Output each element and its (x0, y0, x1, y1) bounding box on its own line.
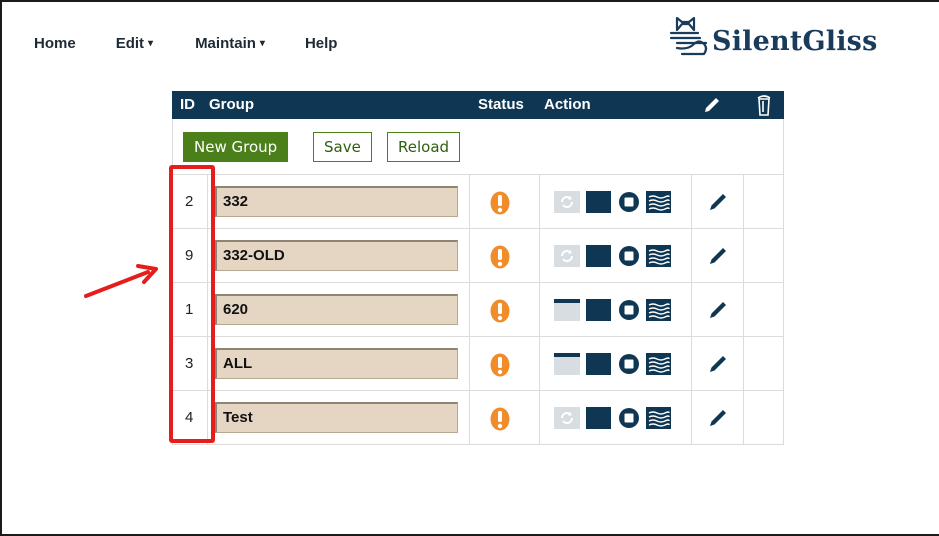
group-name-input[interactable]: 620 (215, 294, 458, 325)
wave-icon[interactable] (646, 244, 677, 268)
groups-table: ID Group Status Action New Group Save Re… (172, 91, 784, 445)
wave-icon[interactable] (646, 298, 677, 322)
logo-wordmark: SilentGliss (712, 26, 878, 57)
table-toolbar: New Group Save Reload (172, 119, 784, 175)
trash-icon[interactable] (756, 93, 772, 121)
reload-button[interactable]: Reload (387, 132, 461, 162)
cat-logo-icon (669, 16, 708, 56)
warning-status-icon (489, 299, 511, 328)
row-actions (553, 406, 677, 430)
cell-divider (743, 391, 744, 444)
blind-down-icon[interactable] (586, 352, 617, 376)
blind-down-icon[interactable] (586, 406, 617, 430)
table-row: 9 332-OLD (172, 229, 784, 283)
nav-maintain-menu[interactable]: Maintain ▾ (195, 35, 265, 52)
wave-icon[interactable] (646, 190, 677, 214)
cell-divider (539, 337, 540, 390)
cell-divider (469, 283, 470, 336)
stop-icon[interactable] (617, 298, 646, 322)
sync-disabled-icon[interactable] (553, 190, 586, 214)
group-name-input[interactable]: 332-OLD (215, 240, 458, 271)
table-row: 3 ALL (172, 337, 784, 391)
cell-divider (691, 391, 692, 444)
top-nav: Home Edit ▾ Maintain ▾ Help (34, 35, 337, 52)
red-arrow-annotation (84, 264, 158, 298)
warning-status-icon (489, 245, 511, 274)
pencil-icon[interactable] (707, 299, 729, 326)
cell-divider (539, 229, 540, 282)
row-actions (553, 298, 677, 322)
pencil-icon[interactable] (707, 245, 729, 272)
table-row: 1 620 (172, 283, 784, 337)
cell-divider (691, 337, 692, 390)
blind-down-icon[interactable] (586, 190, 617, 214)
cell-divider (469, 175, 470, 228)
nav-home[interactable]: Home (34, 35, 76, 52)
column-header-id: ID (180, 96, 195, 113)
cell-divider (539, 391, 540, 444)
blind-down-icon[interactable] (586, 244, 617, 268)
pencil-icon[interactable] (707, 407, 729, 434)
cell-divider (691, 283, 692, 336)
silentgliss-logo: SilentGliss (668, 14, 877, 58)
nav-edit-menu[interactable]: Edit ▾ (116, 35, 153, 52)
new-group-button[interactable]: New Group (183, 132, 289, 162)
id-column-highlight (169, 165, 215, 443)
wave-icon[interactable] (646, 406, 677, 430)
blind-down-icon[interactable] (586, 298, 617, 322)
column-header-status: Status (478, 96, 524, 113)
cell-divider (691, 175, 692, 228)
group-name-input[interactable]: ALL (215, 348, 458, 379)
group-name-input[interactable]: 332 (215, 186, 458, 217)
pencil-icon[interactable] (707, 353, 729, 380)
row-actions (553, 244, 677, 268)
stop-icon[interactable] (617, 244, 646, 268)
sync-disabled-icon[interactable] (553, 244, 586, 268)
warning-status-icon (489, 407, 511, 436)
stop-icon[interactable] (617, 190, 646, 214)
blind-up-icon[interactable] (553, 298, 586, 322)
cell-divider (539, 175, 540, 228)
column-header-group: Group (209, 96, 254, 113)
warning-status-icon (489, 353, 511, 382)
cell-divider (743, 175, 744, 228)
cell-divider (743, 337, 744, 390)
cell-divider (743, 283, 744, 336)
pencil-icon[interactable] (707, 191, 729, 218)
cell-divider (691, 229, 692, 282)
nav-help[interactable]: Help (305, 35, 338, 52)
table-header: ID Group Status Action (172, 91, 784, 119)
warning-status-icon (489, 191, 511, 220)
sync-disabled-icon[interactable] (553, 406, 586, 430)
chevron-down-icon: ▾ (148, 38, 154, 49)
cell-divider (469, 229, 470, 282)
wave-icon[interactable] (646, 352, 677, 376)
cell-divider (539, 283, 540, 336)
row-actions (553, 352, 677, 376)
cell-divider (469, 337, 470, 390)
save-button[interactable]: Save (313, 132, 372, 162)
group-name-input[interactable]: Test (215, 402, 458, 433)
column-header-action: Action (544, 96, 591, 113)
cell-divider (469, 391, 470, 444)
blind-up-icon[interactable] (553, 352, 586, 376)
chevron-down-icon: ▾ (259, 38, 265, 49)
stop-icon[interactable] (617, 406, 646, 430)
row-actions (553, 190, 677, 214)
stop-icon[interactable] (617, 352, 646, 376)
table-row: 2 332 (172, 175, 784, 229)
table-row: 4 Test (172, 391, 784, 445)
pencil-icon (702, 95, 722, 119)
cell-divider (743, 229, 744, 282)
